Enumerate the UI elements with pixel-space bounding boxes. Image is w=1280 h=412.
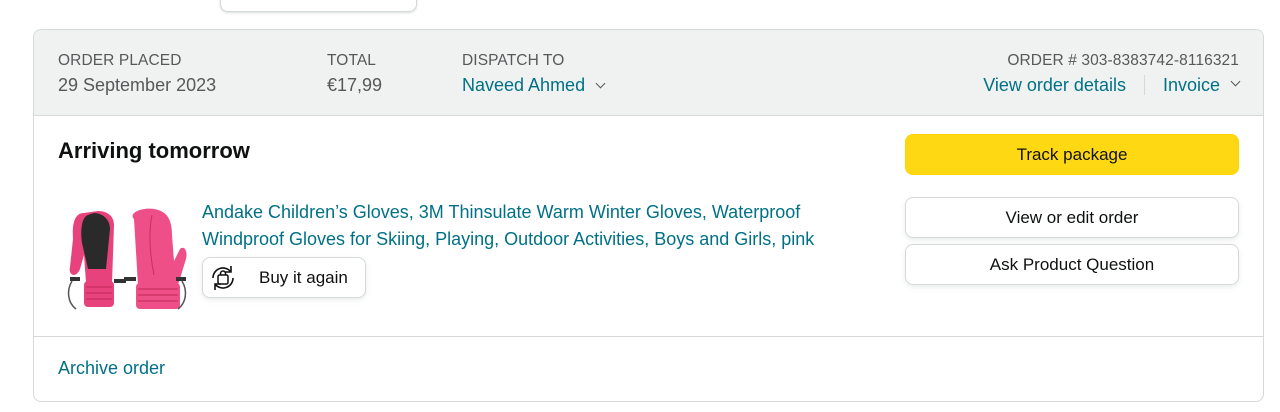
view-edit-order-button[interactable]: View or edit order xyxy=(905,197,1239,238)
partial-dropdown xyxy=(220,0,417,12)
archive-order-link[interactable]: Archive order xyxy=(58,358,165,379)
chevron-down-icon[interactable] xyxy=(595,78,606,89)
order-placed-label: ORDER PLACED xyxy=(58,52,182,69)
delivery-status-title: Arriving tomorrow xyxy=(58,138,250,163)
dispatch-recipient-dropdown[interactable]: Naveed Ahmed xyxy=(462,72,606,98)
chevron-down-icon[interactable] xyxy=(1230,76,1241,86)
order-card: ORDER PLACED 29 September 2023 TOTAL €17… xyxy=(33,29,1264,402)
order-number: ORDER # 303-8383742-8116321 xyxy=(1007,52,1239,69)
dispatch-label: DISPATCH TO xyxy=(462,52,565,69)
buy-again-label: Buy it again xyxy=(259,267,348,287)
product-image[interactable] xyxy=(64,205,189,313)
product-title-link[interactable]: Andake Children’s Gloves, 3M Thinsulate … xyxy=(202,199,882,253)
view-order-details-link[interactable]: View order details xyxy=(983,72,1126,98)
total-section: TOTAL €17,99 xyxy=(327,51,382,98)
dispatch-recipient-name[interactable]: Naveed Ahmed xyxy=(462,75,585,95)
total-value: €17,99 xyxy=(327,75,383,95)
invoice-link[interactable]: Invoice xyxy=(1163,72,1220,98)
dispatch-section: DISPATCH TO Naveed Ahmed xyxy=(462,51,606,98)
total-label: TOTAL xyxy=(327,52,377,69)
ask-product-question-button[interactable]: Ask Product Question xyxy=(905,244,1239,285)
link-divider xyxy=(1143,75,1145,95)
order-header: ORDER PLACED 29 September 2023 TOTAL €17… xyxy=(34,30,1263,116)
order-placed-value: 29 September 2023 xyxy=(58,75,217,95)
reorder-bag-icon xyxy=(212,265,234,290)
order-number-section: ORDER # 303-8383742-8116321 View order d… xyxy=(983,51,1241,98)
buy-again-button[interactable]: Buy it again xyxy=(202,257,366,298)
track-package-button[interactable]: Track package xyxy=(905,134,1239,175)
order-placed-section: ORDER PLACED 29 September 2023 xyxy=(58,51,216,98)
order-links: View order details Invoice xyxy=(983,72,1241,98)
footer-divider xyxy=(34,336,1263,337)
